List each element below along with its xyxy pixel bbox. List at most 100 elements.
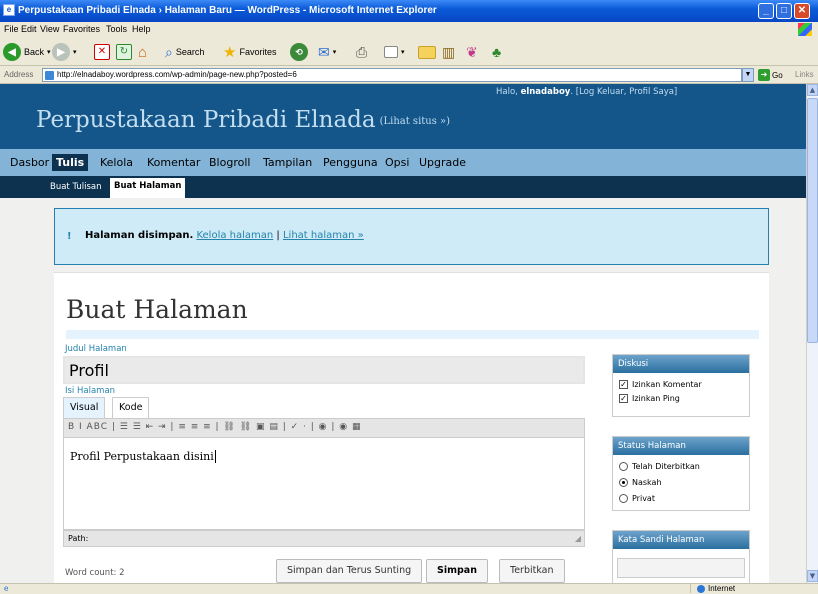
wp-header: Perpustakaan Pribadi Elnada (Lihat situs … [0, 84, 806, 149]
editor-toolbar[interactable]: B I ABC | ☰ ☰ ⇤ ⇥ | ≡ ≡ ≡ | ⛓ ⛓ ▣ ▤ | ✓ … [63, 418, 585, 438]
status-published-row[interactable]: Telah Diterbitkan [619, 462, 700, 471]
history-button[interactable]: ⟲ [290, 42, 308, 62]
address-dropdown-icon[interactable]: ▼ [742, 68, 754, 82]
notice-bold-text: Halaman disimpan. [85, 230, 194, 241]
go-button[interactable]: ➜ Go [758, 69, 783, 81]
discussion-box: Diskusi ✓ Izinkan Komentar ✓ Izinkan Ping [612, 354, 750, 417]
menu-view[interactable]: View [40, 24, 59, 34]
logout-profile-links[interactable]: . [Log Keluar, Profil Saya] [570, 87, 677, 97]
users-button[interactable]: ♣ [492, 42, 501, 62]
status-published-radio[interactable] [619, 462, 628, 471]
back-arrow-icon: ◀ [3, 43, 21, 61]
status-private-radio[interactable] [619, 494, 628, 503]
security-zone: Internet [690, 584, 735, 593]
menu-pengguna[interactable]: Pengguna [323, 156, 378, 169]
messenger-icon: ❦ [466, 43, 478, 60]
home-icon: ⌂ [138, 43, 148, 61]
back-label: Back [24, 47, 45, 57]
menu-edit[interactable]: Edit [21, 24, 37, 34]
mail-icon: ✉ [318, 43, 330, 60]
go-label: Go [772, 70, 783, 80]
status-draft-label: Naskah [632, 478, 662, 487]
visit-site-link[interactable]: (Lihat situs ») [380, 116, 450, 127]
allow-comments-checkbox[interactable]: ✓ [619, 380, 628, 389]
password-header[interactable]: Kata Sandi Halaman [613, 531, 749, 549]
window-title-bar[interactable]: e Perpustakaan Pribadi Elnada › Halaman … [0, 0, 818, 22]
search-button[interactable]: ⌕ Search [165, 42, 204, 62]
edit-button[interactable]: ▾ [384, 42, 405, 62]
scroll-down-icon[interactable]: ▼ [807, 570, 818, 582]
menu-help[interactable]: Help [132, 24, 151, 34]
allow-pings-row[interactable]: ✓ Izinkan Ping [619, 394, 680, 403]
submenu-buat-tulisan[interactable]: Buat Tulisan [50, 182, 102, 192]
refresh-button[interactable]: ↻ [116, 42, 132, 62]
status-draft-radio[interactable] [619, 478, 628, 487]
page-viewport: Perpustakaan Pribadi Elnada (Lihat situs … [0, 84, 806, 583]
favorites-button[interactable]: ★ Favorites [223, 42, 276, 62]
address-url: http://elnadaboy.wordpress.com/wp-admin/… [57, 70, 297, 79]
status-draft-row[interactable]: Naskah [619, 478, 662, 487]
path-label: Path: [68, 534, 89, 543]
print-button[interactable]: ⎙ [356, 42, 367, 62]
menu-favorites[interactable]: Favorites [63, 24, 100, 34]
content-editor[interactable]: Profil Perpustakaan disini [63, 438, 585, 530]
menu-kelola[interactable]: Kelola [100, 156, 133, 169]
close-icon[interactable]: ✕ [794, 3, 810, 19]
tab-visual[interactable]: Visual [63, 397, 106, 418]
view-page-link[interactable]: Lihat halaman » [283, 230, 364, 241]
menu-komentar[interactable]: Komentar [147, 156, 200, 169]
forward-button[interactable]: ▶ ▾ [52, 42, 77, 62]
save-continue-button[interactable]: Simpan dan Terus Sunting [276, 559, 423, 583]
mail-button[interactable]: ✉ ▾ [318, 42, 336, 62]
menu-file[interactable]: File [4, 24, 19, 34]
scroll-thumb[interactable] [807, 98, 818, 343]
menu-opsi[interactable]: Opsi [385, 156, 409, 169]
allow-comments-row[interactable]: ✓ Izinkan Komentar [619, 380, 702, 389]
done-page-icon: e [4, 584, 9, 593]
links-button[interactable]: Links [795, 70, 814, 79]
tab-kode[interactable]: Kode [112, 397, 150, 418]
editor-path-bar: Path: ◢ [63, 530, 585, 547]
messenger-button[interactable]: ❦ [466, 42, 478, 62]
menu-tools[interactable]: Tools [106, 24, 127, 34]
page-icon [45, 71, 54, 80]
stop-button[interactable]: ✕ [94, 42, 110, 62]
address-input[interactable]: http://elnadaboy.wordpress.com/wp-admin/… [42, 68, 742, 82]
manage-pages-link[interactable]: Kelola halaman [196, 230, 273, 241]
address-label: Address [4, 70, 34, 79]
page-password-input[interactable] [617, 558, 745, 578]
stop-icon: ✕ [94, 44, 110, 60]
menu-upgrade[interactable]: Upgrade [419, 156, 466, 169]
blog-title: Perpustakaan Pribadi Elnada (Lihat situs … [36, 107, 450, 133]
research-button[interactable]: ▥ [442, 42, 455, 62]
forward-arrow-icon: ▶ [52, 43, 70, 61]
status-header[interactable]: Status Halaman [613, 437, 749, 455]
save-button[interactable]: Simpan [426, 559, 488, 583]
resize-handle-icon[interactable]: ◢ [575, 534, 581, 543]
page-title-input[interactable]: Profil [63, 356, 585, 384]
menu-blogroll[interactable]: Blogroll [209, 156, 250, 169]
username: elnadaboy [520, 87, 571, 97]
publish-button[interactable]: Terbitkan [499, 559, 565, 583]
allow-pings-checkbox[interactable]: ✓ [619, 394, 628, 403]
status-private-row[interactable]: Privat [619, 494, 655, 503]
submenu-buat-halaman[interactable]: Buat Halaman [110, 178, 186, 198]
menu-tulis[interactable]: Tulis [52, 154, 89, 171]
menu-tampilan[interactable]: Tampilan [263, 156, 312, 169]
print-icon: ⎙ [356, 43, 368, 60]
menu-dasbor[interactable]: Dasbor [10, 156, 49, 169]
back-button[interactable]: ◀ Back ▾ [3, 42, 51, 62]
vertical-scrollbar[interactable]: ▲ ▼ [806, 84, 818, 583]
maximize-icon[interactable]: □ [776, 3, 792, 19]
home-button[interactable]: ⌂ [138, 42, 147, 62]
ie-page-icon: e [3, 4, 15, 16]
discussion-header[interactable]: Diskusi [613, 355, 749, 373]
windows-logo-icon [798, 23, 812, 36]
search-label: Search [175, 47, 205, 57]
minimize-icon[interactable]: _ [758, 3, 774, 19]
history-icon: ⟲ [290, 43, 308, 61]
folder-button[interactable] [418, 42, 436, 62]
saved-notice: ! Halaman disimpan. Kelola halaman | Lih… [54, 208, 769, 265]
scroll-up-icon[interactable]: ▲ [807, 84, 818, 96]
content-wrap: Buat Halaman Judul Halaman Profil Isi Ha… [54, 272, 769, 583]
